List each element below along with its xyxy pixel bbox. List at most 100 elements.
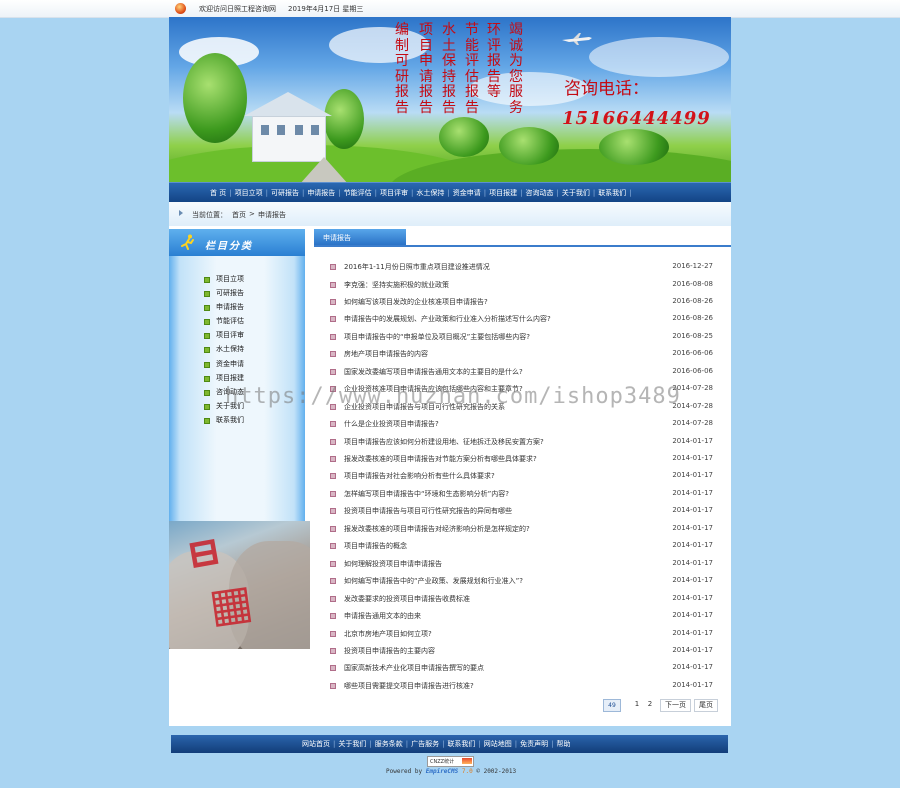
bullet-icon [330, 264, 336, 270]
banner-column-2: 项目申请报告 [419, 22, 433, 116]
bullet-icon [330, 560, 336, 567]
cnzz-stats-badge[interactable]: CNZZ统计 [427, 756, 474, 767]
nav-item-about[interactable]: 关于我们 [559, 188, 593, 198]
breadcrumb-home-link[interactable]: 首页 [232, 210, 246, 220]
sidebar-header: 栏目分类 [169, 229, 305, 256]
list-item[interactable]: 报发改委核准的项目申请报告对经济影响分析是怎样规定的? 2014-01-17 [330, 520, 713, 537]
footer-nav: 网站首页 | 关于我们 | 服务条款 | 广告服务 | 联系我们 | 网站地图 | 免责声明… [171, 735, 728, 753]
list-item[interactable]: 报发改委核准的项目申请报告对节能方案分析有哪些具体要求? 2014-01-17 [330, 450, 713, 467]
sidebar-item-contact[interactable]: 联系我们 [204, 413, 244, 427]
bullet-icon [330, 543, 336, 550]
phone-label: 咨询电话： [564, 79, 649, 99]
red-carving-shape: ⊟ [183, 526, 225, 579]
empirecms-link[interactable]: EmpireCMS [426, 768, 459, 775]
banner-column-4: 节能评估报告 [465, 22, 479, 116]
nav-item-project-review[interactable]: 项目评审 [377, 188, 411, 198]
sidebar-item-project-filing[interactable]: 项目报建 [204, 371, 244, 385]
stats-bar-icon [462, 758, 472, 764]
bullet-icon [330, 456, 336, 462]
sidebar-item-fund-application[interactable]: 资金申请 [204, 357, 244, 371]
list-item[interactable]: 投资项目申请报告的主要内容 2014-01-17 [330, 642, 713, 659]
sidebar-item-application-report[interactable]: 申请报告 [204, 300, 244, 314]
breadcrumb-current[interactable]: 申请报告 [258, 210, 286, 220]
sidebar-item-soil-conservation[interactable]: 水土保持 [204, 342, 244, 356]
banner-column-1: 编制可研报告 [395, 22, 409, 116]
list-item[interactable]: 李克强：坚持实施积极的就业政策 2016-08-08 [330, 276, 713, 293]
bullet-icon [330, 613, 336, 619]
bullet-icon [330, 438, 336, 445]
nav-item-project-filing[interactable]: 项目报建 [486, 188, 520, 198]
list-item[interactable]: 项目申请报告中的“申报单位及项目概况”主要包括哪些内容? 2016-08-25 [330, 328, 713, 345]
main-tab-bar: 申请报告 [314, 229, 731, 247]
bullet-icon [204, 389, 210, 396]
site-logo-icon [175, 3, 186, 14]
nav-item-fund-application[interactable]: 资金申请 [450, 188, 484, 198]
last-page-button[interactable]: 尾页 [694, 699, 718, 712]
bullet-icon [204, 333, 210, 340]
list-item[interactable]: 项目申请报告应该如何分析建设用地、征地拆迁及移民安置方案? 2014-01-17 [330, 433, 713, 450]
nav-item-contact[interactable]: 联系我们 [595, 188, 629, 198]
sidebar-item-project-approval[interactable]: 项目立项 [204, 272, 244, 286]
red-carving-shape: ▦ [205, 573, 257, 633]
bullet-icon [330, 665, 336, 672]
footer-link-sitemap[interactable]: 网站地图 [481, 739, 515, 749]
footer-link-help[interactable]: 帮助 [554, 739, 574, 749]
list-item[interactable]: 房地产项目申请报告的内容 2016-06-06 [330, 345, 713, 362]
bullet-icon [204, 319, 210, 326]
footer-link-home[interactable]: 网站首页 [299, 739, 333, 749]
cloud-shape [589, 37, 729, 77]
list-item[interactable]: 项目申请报告对社会影响分析有些什么具体要求? 2014-01-17 [330, 467, 713, 484]
breadcrumb-arrow-icon [179, 210, 183, 216]
list-item[interactable]: 2016年1-11月份日照市重点项目建设推进情况 2016-12-27 [330, 258, 713, 275]
nav-item-home[interactable]: 首 页 [207, 188, 229, 198]
next-page-button[interactable]: 下一页 [660, 699, 691, 712]
current-date: 2019年4月17日 星期三 [288, 5, 364, 13]
banner-column-3: 水土保持报告 [442, 22, 456, 116]
nav-item-project-approval[interactable]: 项目立项 [232, 188, 266, 198]
list-item[interactable]: 项目申请报告的概念 2014-01-17 [330, 537, 713, 554]
bullet-icon [330, 298, 336, 305]
hill-shape [389, 149, 731, 182]
house-illustration [244, 92, 332, 162]
list-item[interactable]: 申请报告通用文本的由来 2014-01-17 [330, 607, 713, 624]
bullet-icon [330, 490, 336, 497]
nav-item-soil-conservation[interactable]: 水土保持 [413, 188, 447, 198]
nav-item-news[interactable]: 咨询动态 [522, 188, 556, 198]
list-item[interactable]: 什么是企业投资项目申请报告? 2014-07-28 [330, 415, 713, 432]
list-item[interactable]: 北京市房地产项目如何立项? 2014-01-17 [330, 625, 713, 642]
list-item[interactable]: 如何理解投资项目申请申请报告 2014-01-17 [330, 555, 713, 572]
cloud-shape [329, 27, 429, 63]
footer-link-ads[interactable]: 广告服务 [408, 739, 442, 749]
list-item[interactable]: 投资项目申请报告与项目可行性研究报告的异同有哪些 2014-01-17 [330, 502, 713, 519]
header-banner: 编制可研报告 项目申请报告 水土保持报告 节能评估报告 环评报告等 竭诚为您服务… [169, 17, 731, 182]
bullet-icon [204, 403, 210, 410]
list-item[interactable]: 如何编写该项目发改的企业核准项目申请报告? 2016-08-26 [330, 293, 713, 310]
watermark-text: https://www.huzhan.com/ishop3489 [225, 384, 681, 409]
bullet-icon [330, 682, 336, 689]
page-2-link[interactable]: 2 [645, 699, 655, 710]
bullet-icon [204, 417, 210, 424]
page-1-link[interactable]: 1 [632, 699, 642, 710]
nav-item-application-report[interactable]: 申请报告 [304, 188, 338, 198]
list-item[interactable]: 申请报告中的发展规划、产业政策和行业准入分析描述写什么内容? 2016-08-26 [330, 310, 713, 327]
airplane-icon [562, 33, 592, 45]
sidebar-item-energy-assessment[interactable]: 节能评估 [204, 314, 244, 328]
sidebar-item-project-review[interactable]: 项目评审 [204, 328, 244, 342]
list-item[interactable]: 怎样编写项目申请报告中“环境和生态影响分析”内容? 2014-01-17 [330, 485, 713, 502]
footer-link-terms[interactable]: 服务条款 [372, 739, 406, 749]
nav-item-feasibility-report[interactable]: 可研报告 [268, 188, 302, 198]
footer-link-disclaimer[interactable]: 免责声明 [517, 739, 551, 749]
sidebar-item-feasibility-report[interactable]: 可研报告 [204, 286, 244, 300]
phone-number: 15166444499 [562, 108, 711, 129]
tab-application-report[interactable]: 申请报告 [314, 229, 406, 245]
bullet-icon [204, 361, 210, 368]
list-item[interactable]: 国家发改委编写项目申请报告通用文本的主要目的是什么? 2016-06-06 [330, 363, 713, 380]
nav-item-energy-assessment[interactable]: 节能评估 [341, 188, 375, 198]
footer-link-contact[interactable]: 联系我们 [444, 739, 478, 749]
list-item[interactable]: 如何编写申请报告中的“产业政策、发展规划和行业准入”? 2014-01-17 [330, 572, 713, 589]
list-item[interactable]: 哪些项目需要提交项目申请报告进行核准? 2014-01-17 [330, 677, 713, 694]
list-item[interactable]: 发改委要求的投资项目申请报告收费标准 2014-01-17 [330, 590, 713, 607]
list-item[interactable]: 国家高新技术产业化项目申请报告撰写的要点 2014-01-17 [330, 659, 713, 676]
footer-link-about[interactable]: 关于我们 [335, 739, 369, 749]
breadcrumb-separator: > [249, 210, 255, 218]
